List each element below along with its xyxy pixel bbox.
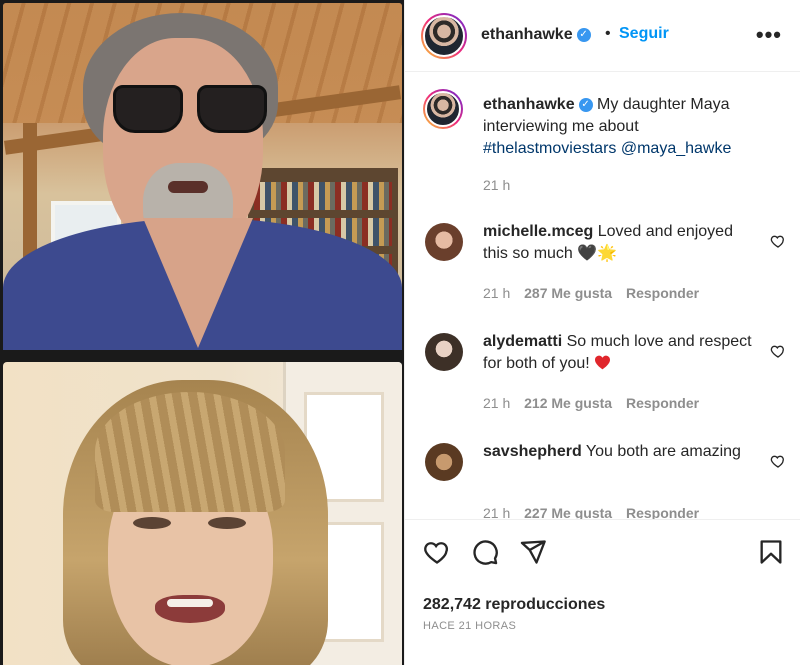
bangs-graphic — [95, 392, 285, 512]
caption-meta: 21 h — [483, 177, 520, 193]
commenter-avatar[interactable] — [425, 223, 463, 261]
like-icon[interactable] — [423, 538, 451, 566]
comment-likes[interactable]: 227 Me gusta — [524, 505, 612, 519]
commenter-username[interactable]: savshepherd — [483, 443, 582, 460]
video-tile-ethan — [3, 3, 402, 350]
reply-button[interactable]: Responder — [626, 505, 699, 519]
verified-icon: ✓ — [578, 97, 593, 112]
video-tile-maya — [3, 362, 402, 665]
comment-time: 21 h — [483, 285, 511, 301]
like-comment-icon[interactable] — [770, 343, 786, 359]
comment-likes[interactable]: 287 Me gusta — [524, 285, 612, 301]
post-panel: ethanhawke ✓ • Seguir ••• ethanhawke ✓ My … — [404, 0, 800, 665]
share-icon[interactable] — [519, 538, 547, 566]
comment-text: savshepherd You both are amazing — [483, 443, 741, 460]
commenter-avatar[interactable] — [425, 333, 463, 371]
comment-text: michelle.mceg Loved and enjoyed this so … — [483, 223, 733, 262]
caption-text: ethanhawke ✓ My daughter Maya interviewin… — [483, 96, 732, 157]
mouth-graphic — [155, 595, 225, 623]
comments-list[interactable]: ethanhawke ✓ My daughter Maya interviewin… — [405, 73, 800, 519]
commenter-username[interactable]: alydematti — [483, 333, 562, 350]
author-avatar[interactable] — [423, 89, 463, 129]
comment-time: 21 h — [483, 395, 511, 411]
eye-graphic — [208, 517, 246, 529]
comment-time: 21 h — [483, 505, 511, 519]
comment-meta: 21 h 287 Me gusta Responder — [483, 285, 709, 301]
like-comment-icon[interactable] — [770, 453, 786, 469]
mouth-graphic — [168, 181, 208, 193]
save-icon[interactable] — [757, 538, 785, 566]
post-header: ethanhawke ✓ • Seguir ••• — [405, 0, 800, 72]
comment-icon[interactable] — [471, 538, 499, 566]
commenter-avatar[interactable] — [425, 443, 463, 481]
video-player[interactable] — [0, 0, 404, 665]
mention-link[interactable]: @maya_hawke — [621, 140, 732, 157]
view-count[interactable]: 282,742 reproducciones — [423, 596, 605, 614]
post-timestamp: HACE 21 HORAS — [423, 620, 517, 632]
more-icon[interactable]: ••• — [756, 22, 782, 48]
reply-button[interactable]: Responder — [626, 285, 699, 301]
author-avatar[interactable] — [421, 13, 467, 59]
like-comment-icon[interactable] — [770, 233, 786, 249]
hashtag-link[interactable]: #thelastmoviestars — [483, 140, 616, 157]
sunglasses-graphic — [113, 85, 271, 135]
eye-graphic — [133, 517, 171, 529]
verified-icon: ✓ — [576, 27, 591, 42]
caption-username[interactable]: ethanhawke — [483, 96, 575, 113]
author-username[interactable]: ethanhawke ✓ — [481, 26, 591, 44]
comment-meta: 21 h 212 Me gusta Responder — [483, 395, 709, 411]
reply-button[interactable]: Responder — [626, 395, 699, 411]
caption-time: 21 h — [483, 177, 511, 193]
comment-likes[interactable]: 212 Me gusta — [524, 395, 612, 411]
shirt-graphic — [3, 218, 402, 350]
follow-button[interactable]: Seguir — [619, 25, 669, 43]
action-bar: 282,742 reproducciones HACE 21 HORAS — [405, 519, 800, 665]
separator-dot: • — [605, 25, 611, 42]
commenter-username[interactable]: michelle.mceg — [483, 223, 593, 240]
emoji-black-heart-star: 🖤🌟 — [577, 245, 618, 262]
comment-text: alydematti So much love and respect for … — [483, 333, 752, 372]
red-heart-icon — [595, 355, 611, 370]
comment-meta: 21 h 227 Me gusta Responder — [483, 505, 709, 519]
